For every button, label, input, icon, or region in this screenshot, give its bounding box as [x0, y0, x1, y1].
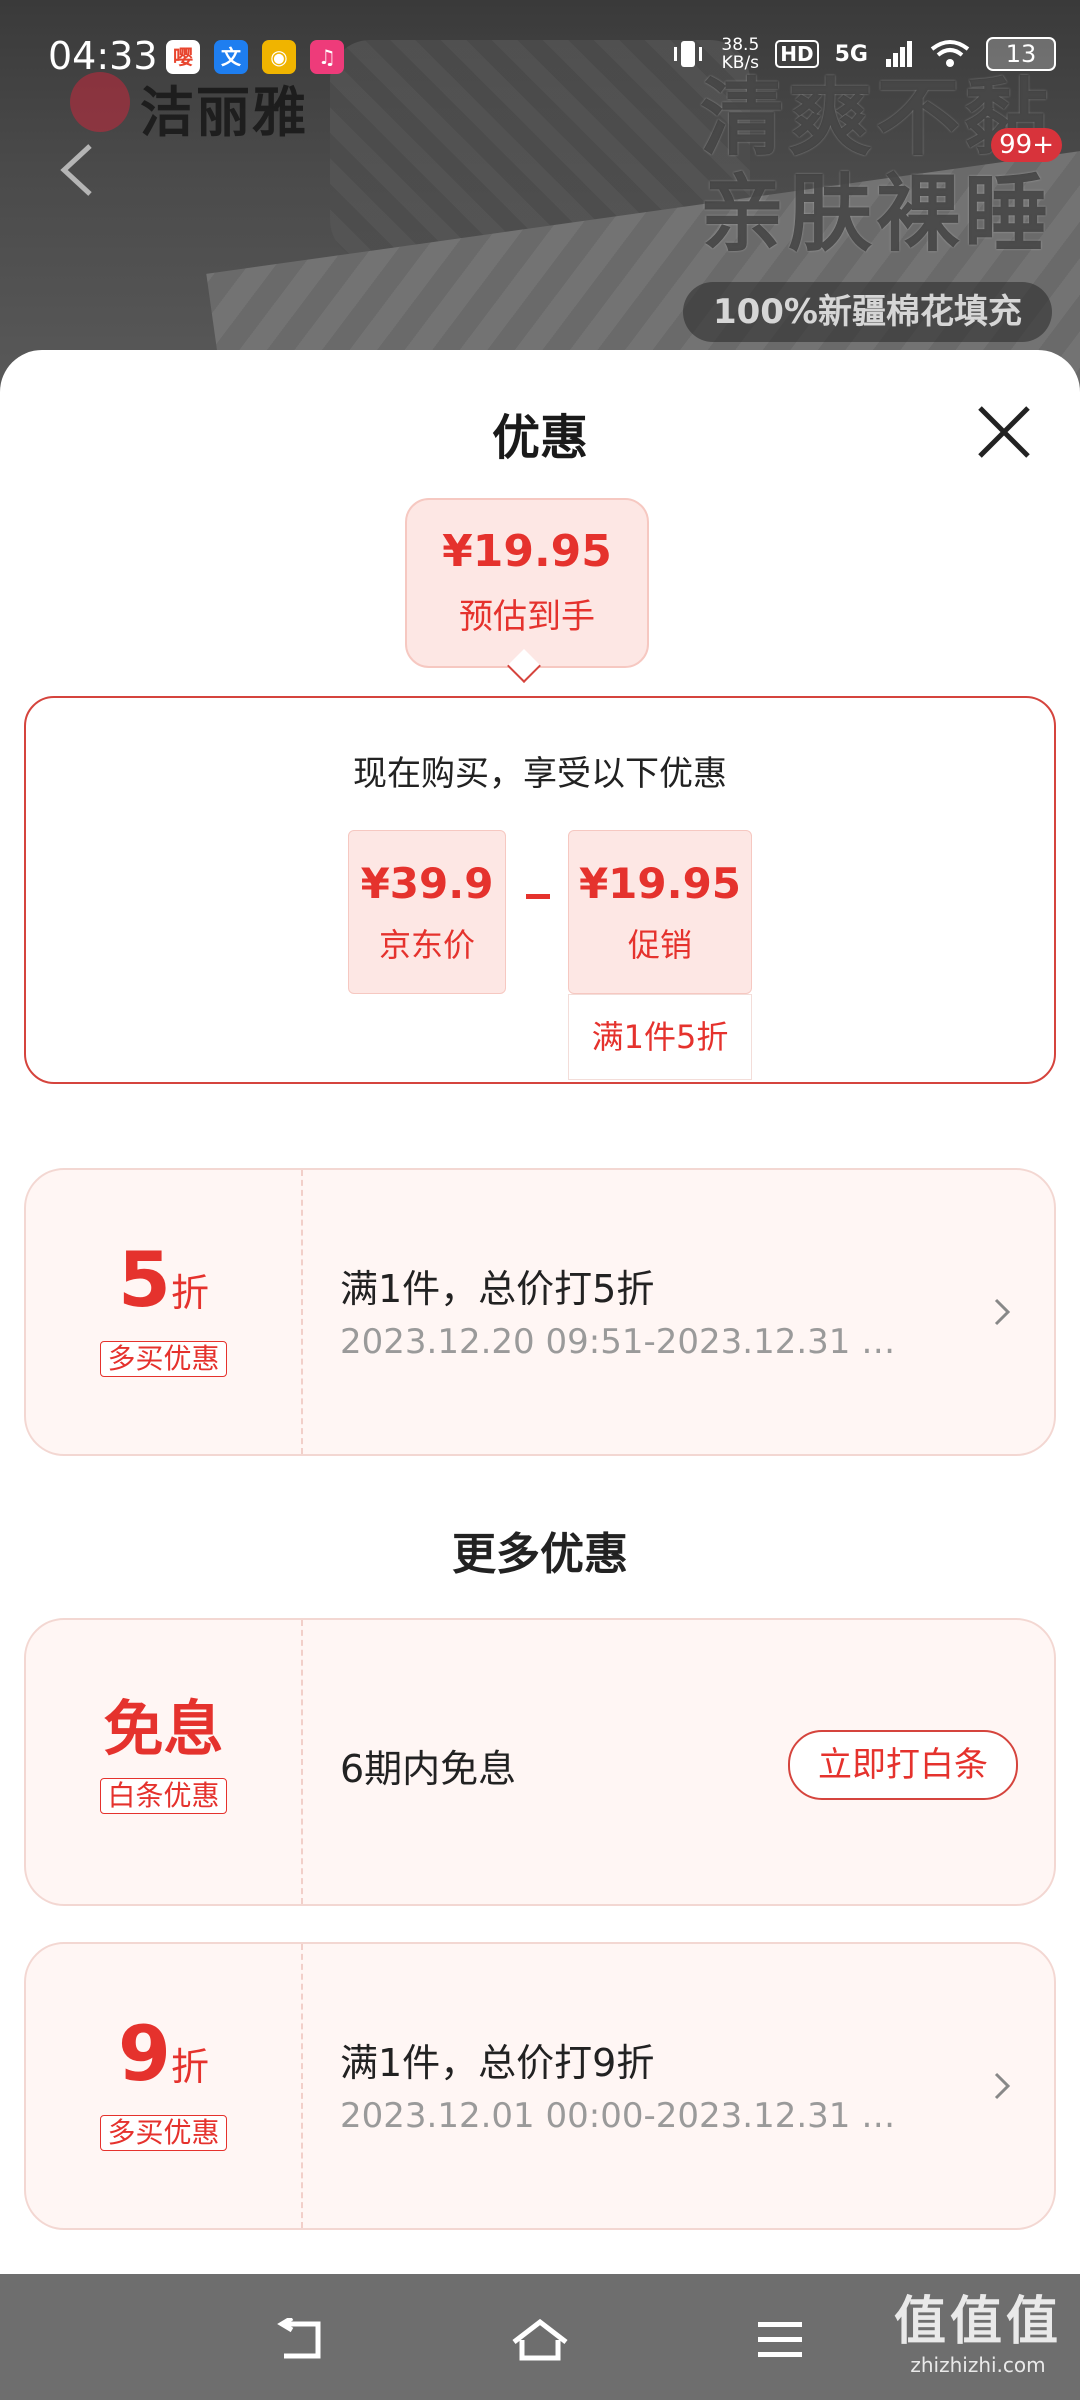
- promo-rule-tag: 满1件5折: [568, 994, 752, 1080]
- estimated-price: ¥19.95: [442, 526, 612, 577]
- coupon-date: 2023.12.20 09:51-2023.12.31 23:59: [340, 1322, 900, 1362]
- chevron-right-icon[interactable]: [988, 2066, 1016, 2106]
- coupon-value-number: 5: [118, 1235, 171, 1324]
- chevron-right-icon[interactable]: [988, 1292, 1016, 1332]
- coupon-value-unit: 折: [170, 2045, 209, 2089]
- wifi-icon: [930, 40, 970, 67]
- back-nav-icon[interactable]: [270, 2318, 330, 2362]
- signal-5g: 5G: [834, 41, 868, 67]
- status-indicators: 38.5 KB/s HD 5G 13: [671, 36, 1056, 72]
- base-price: ¥39.9: [360, 859, 494, 908]
- coupon-date: 2023.12.01 00:00-2023.12.31 23:59: [340, 2096, 900, 2136]
- sheet-title: 优惠: [491, 410, 588, 466]
- close-icon[interactable]: [972, 400, 1036, 464]
- slogan-line-2: 亲肤裸睡: [699, 165, 1052, 263]
- battery-icon: 13: [986, 37, 1056, 71]
- estimated-label: 预估到手: [459, 597, 595, 637]
- coupon-desc: 6期内免息: [340, 1747, 517, 1791]
- hd-icon: HD: [775, 40, 819, 68]
- watermark-url: zhizhizhi.com: [910, 2353, 1046, 2377]
- status-bar: 04:33 嘤 文 ◉ ♫ 38.5 KB/s HD 5G 13: [0, 0, 1080, 116]
- estimated-price-box: ¥19.95 预估到手: [405, 498, 649, 668]
- coupon-left: 免息 白条优惠: [26, 1620, 301, 1904]
- site-watermark: 值值值 zhizhizhi.com: [894, 2292, 1062, 2378]
- net-speed: 38.5 KB/s: [721, 36, 759, 72]
- coupon-value-unit: 折: [170, 1271, 209, 1315]
- feature-pill: 100%新疆棉花填充: [682, 282, 1052, 342]
- system-nav-bar: 值值值 zhizhizhi.com: [0, 2274, 1080, 2400]
- base-price-cell: ¥39.9 京东价: [348, 830, 506, 994]
- weibo-app-icon: 嘤: [166, 40, 200, 74]
- coupon-desc: 满1件，总价打9折: [340, 2041, 655, 2085]
- coupon-card-interest-free[interactable]: 免息 白条优惠 6期内免息 立即打白条: [24, 1618, 1056, 1906]
- promo-price-cell: ¥19.95 促销: [568, 830, 752, 994]
- coupon-value: 免息: [103, 1695, 224, 1765]
- coupon-card-5-discount[interactable]: 5折 多买优惠 满1件，总价打5折 2023.12.20 09:51-2023.…: [24, 1168, 1056, 1456]
- coupon-left: 5折 多买优惠: [26, 1170, 301, 1454]
- status-time: 04:33: [48, 34, 158, 78]
- net-speed-unit: KB/s: [721, 53, 760, 73]
- coupon-card-9-discount[interactable]: 9折 多买优惠 满1件，总价打9折 2023.12.01 00:00-2023.…: [24, 1942, 1056, 2230]
- net-speed-value: 38.5: [721, 35, 760, 55]
- cart-count-badge: 99+: [991, 128, 1062, 162]
- coupon-tag: 多买优惠: [100, 2115, 227, 2151]
- vibrate-icon: [674, 41, 703, 67]
- signal-bars-icon: [886, 41, 912, 67]
- coupon-value: 5折: [26, 1240, 301, 1333]
- discount-sheet: 优惠 ¥19.95 预估到手 现在购买，享受以下优惠 ¥39.9 京东价 ¥19…: [0, 350, 1080, 2270]
- coupon-divider: [301, 1944, 303, 2228]
- minus-sign: [526, 894, 550, 899]
- price-breakdown: 现在购买，享受以下优惠 ¥39.9 京东价 ¥19.95 促销 满1件5折: [24, 696, 1056, 1084]
- notification-icons: 嘤 文 ◉ ♫: [166, 40, 344, 74]
- coupon-value-number: 9: [118, 2009, 171, 2098]
- translate-app-icon: 文: [214, 40, 248, 74]
- back-arrow-icon[interactable]: [54, 140, 98, 200]
- promo-price-label: 促销: [627, 926, 692, 964]
- breakdown-title: 现在购买，享受以下优惠: [353, 754, 727, 794]
- coupon-tag: 多买优惠: [100, 1341, 227, 1377]
- use-baitiao-button[interactable]: 立即打白条: [788, 1730, 1018, 1800]
- watermark-logo: 值值值: [893, 2292, 1062, 2352]
- base-price-label: 京东价: [378, 926, 475, 964]
- home-nav-icon[interactable]: [510, 2318, 570, 2362]
- coupon-divider: [301, 1620, 303, 1904]
- music-app-icon: ♫: [310, 40, 344, 74]
- promo-price: ¥19.95: [578, 859, 742, 908]
- coupon-left: 9折 多买优惠: [26, 1944, 301, 2228]
- coupon-tag: 白条优惠: [100, 1778, 227, 1814]
- coupon-value: 9折: [26, 2014, 301, 2107]
- game-app-icon: ◉: [262, 40, 296, 74]
- coupon-divider: [301, 1170, 303, 1454]
- more-offers-title: 更多优惠: [452, 1529, 628, 1580]
- coupon-desc: 满1件，总价打5折: [340, 1267, 655, 1311]
- menu-nav-icon[interactable]: [750, 2318, 810, 2362]
